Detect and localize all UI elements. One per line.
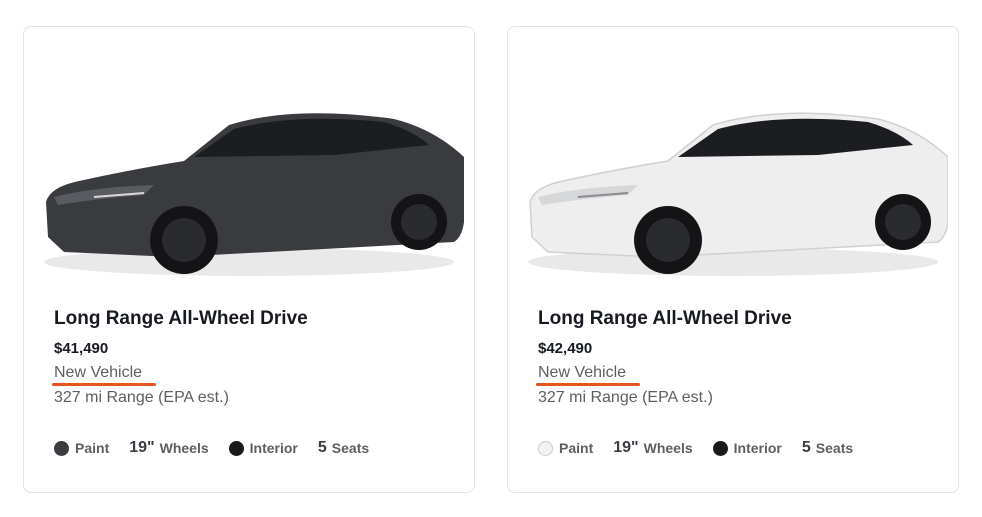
spec-wheels-label: Wheels bbox=[643, 440, 693, 456]
vehicle-card[interactable]: Long Range All-Wheel Drive $41,490 New V… bbox=[23, 26, 475, 493]
highlight-underline bbox=[536, 383, 640, 386]
spec-wheels: 19" Wheels bbox=[613, 439, 692, 457]
spec-paint: Paint bbox=[54, 440, 109, 456]
interior-swatch-icon bbox=[228, 440, 244, 456]
vehicle-title: Long Range All-Wheel Drive bbox=[54, 308, 308, 329]
vehicle-card[interactable]: Long Range All-Wheel Drive $42,490 New V… bbox=[507, 26, 959, 493]
paint-swatch-icon bbox=[538, 440, 553, 456]
spec-wheels: 19" Wheels bbox=[129, 439, 208, 457]
spec-paint-label: Paint bbox=[559, 440, 594, 456]
interior-swatch-icon bbox=[712, 440, 728, 456]
spec-wheels-value: 19" bbox=[613, 439, 639, 456]
vehicle-range: 327 mi Range (EPA est.) bbox=[54, 389, 229, 406]
car-image[interactable] bbox=[34, 57, 464, 287]
vehicle-condition: New Vehicle bbox=[54, 364, 143, 381]
vehicle-price: $42,490 bbox=[538, 340, 593, 357]
spec-seats-label: Seats bbox=[815, 440, 854, 456]
spec-paint-label: Paint bbox=[75, 440, 110, 456]
vehicle-price: $41,490 bbox=[54, 340, 109, 357]
spec-interior: Interior bbox=[712, 440, 782, 456]
spec-interior-label: Interior bbox=[733, 440, 782, 456]
spec-interior: Interior bbox=[228, 440, 298, 456]
spec-wheels-label: Wheels bbox=[159, 440, 209, 456]
car-image[interactable] bbox=[518, 57, 948, 287]
highlight-underline bbox=[52, 383, 156, 386]
paint-swatch-icon bbox=[54, 440, 69, 456]
spec-seats: 5 Seats bbox=[318, 439, 369, 457]
spec-seats-label: Seats bbox=[331, 440, 370, 456]
vehicle-specs: Paint 19" Wheels Interior 5 Seats bbox=[54, 438, 389, 458]
vehicle-specs: Paint 19" Wheels Interior 5 Seats bbox=[538, 438, 873, 458]
vehicle-condition: New Vehicle bbox=[538, 364, 627, 381]
spec-seats-value: 5 bbox=[801, 439, 811, 456]
vehicle-title: Long Range All-Wheel Drive bbox=[538, 308, 792, 329]
spec-seats-value: 5 bbox=[317, 439, 327, 456]
vehicle-range: 327 mi Range (EPA est.) bbox=[538, 389, 713, 406]
spec-wheels-value: 19" bbox=[129, 439, 155, 456]
spec-paint: Paint bbox=[538, 440, 593, 456]
spec-seats: 5 Seats bbox=[802, 439, 853, 457]
spec-interior-label: Interior bbox=[249, 440, 298, 456]
